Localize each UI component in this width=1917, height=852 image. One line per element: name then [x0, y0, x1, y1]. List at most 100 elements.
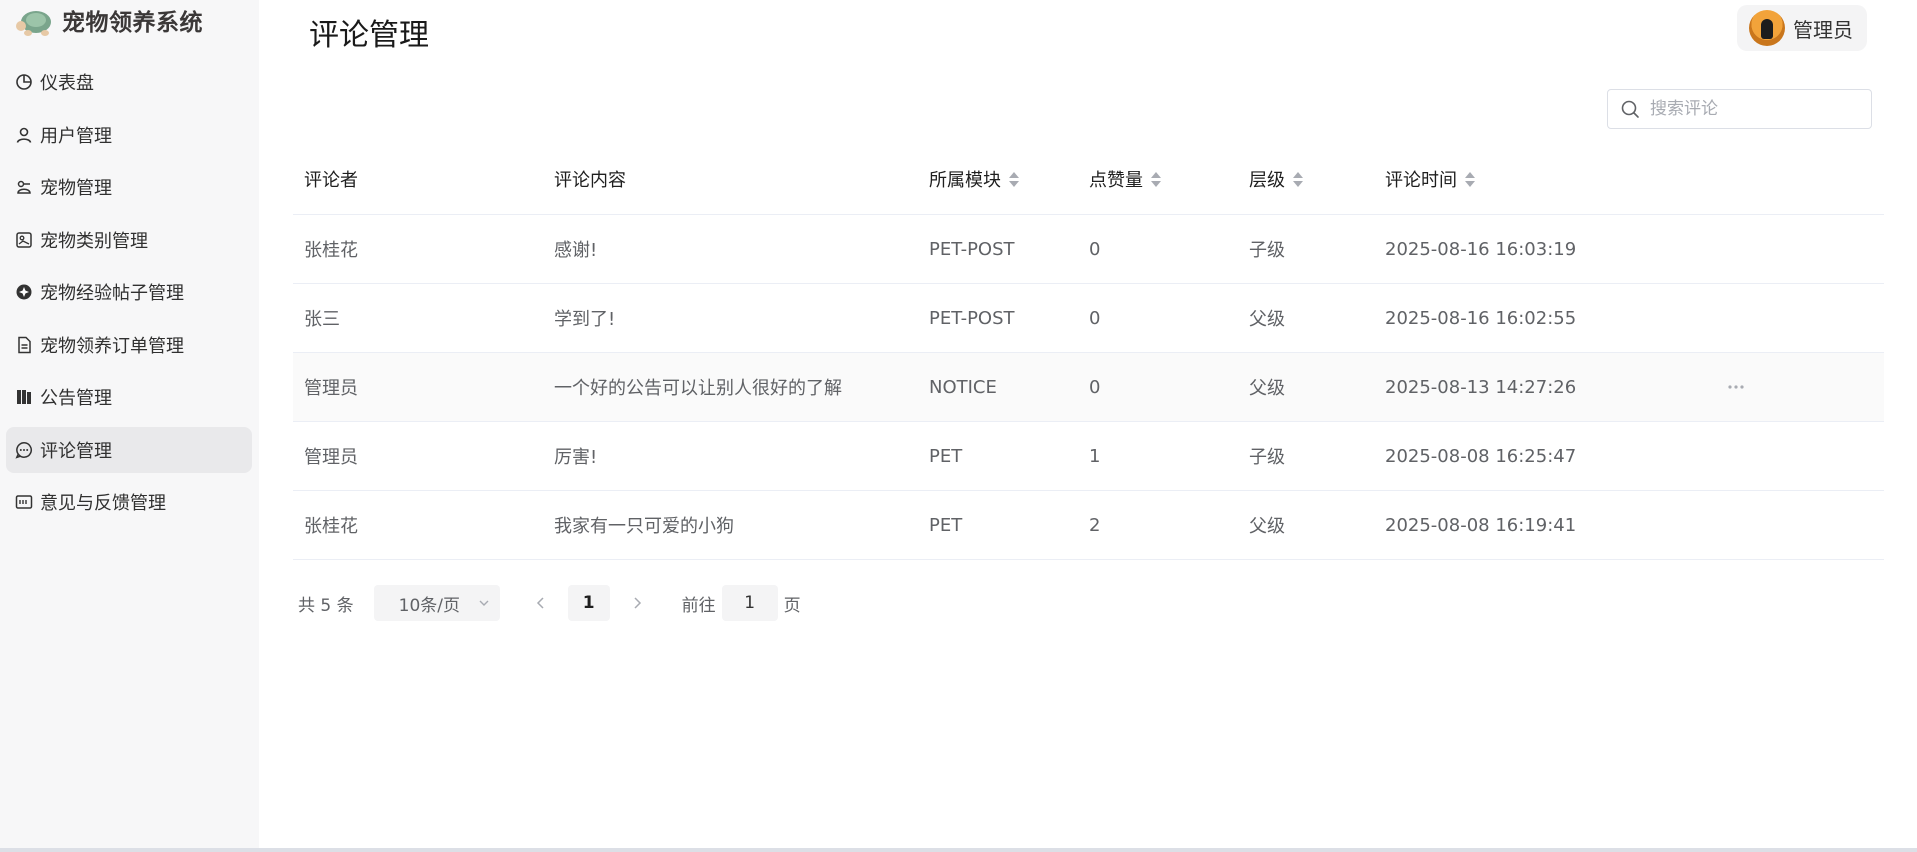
pie-chart-icon: [14, 72, 34, 92]
sort-icon[interactable]: [1151, 171, 1161, 187]
next-page-button[interactable]: [622, 585, 652, 621]
cell-level: 子级: [1249, 240, 1285, 261]
pagination: 共 5 条 10条/页 1 前往 页: [298, 585, 801, 621]
column-header-content: 评论内容: [554, 143, 626, 215]
cell-content: 感谢!: [554, 240, 598, 261]
column-header-time[interactable]: 评论时间: [1385, 143, 1475, 215]
cell-content: 厉害!: [554, 447, 598, 468]
table-row[interactable]: 管理员 一个好的公告可以让别人很好的了解 NOTICE 0 父级 2025-08…: [293, 353, 1884, 422]
cell-module: PET: [929, 514, 963, 536]
cell-time: 2025-08-16 16:02:55: [1385, 307, 1577, 329]
cell-module: PET-POST: [929, 307, 1015, 329]
table-row[interactable]: 张三 学到了! PET-POST 0 父级 2025-08-16 16:02:5…: [293, 284, 1884, 353]
cell-level: 父级: [1249, 378, 1285, 399]
page-size-select[interactable]: 10条/页: [373, 585, 500, 621]
cell-time: 2025-08-08 16:25:47: [1385, 445, 1577, 467]
sidebar-item-pets[interactable]: 宠物管理: [6, 164, 252, 210]
column-label: 所属模块: [929, 170, 1001, 191]
cell-module: PET: [929, 445, 963, 467]
cell-time: 2025-08-13 14:27:26: [1385, 376, 1577, 398]
column-header-author: 评论者: [304, 143, 358, 215]
more-actions-icon[interactable]: [1724, 379, 1748, 395]
cell-content: 学到了!: [554, 309, 616, 330]
sidebar-item-label: 用户管理: [40, 125, 112, 147]
sidebar-item-label: 宠物经验帖子管理: [40, 283, 184, 304]
cell-level: 父级: [1249, 516, 1285, 537]
sidebar-item-label: 宠物管理: [40, 178, 112, 199]
avatar: [1749, 10, 1785, 46]
page-title: 评论管理: [309, 18, 429, 53]
cell-author: 管理员: [304, 447, 358, 468]
sidebar-item-dashboard[interactable]: 仪表盘: [6, 59, 252, 105]
cell-module: NOTICE: [929, 376, 997, 398]
pet-icon: [14, 177, 34, 197]
sidebar-item-users[interactable]: 用户管理: [6, 112, 252, 158]
cell-author: 管理员: [304, 378, 358, 399]
sidebar-item-pet-categories[interactable]: 宠物类别管理: [6, 217, 252, 263]
brand-title: 宠物领养系统: [62, 10, 203, 36]
table-row[interactable]: 张桂花 我家有一只可爱的小狗 PET 2 父级 2025-08-08 16:19…: [293, 491, 1884, 560]
jump-suffix: 页: [783, 595, 801, 616]
feedback-icon: [14, 492, 34, 512]
window-bottom-border: [0, 848, 1917, 852]
jump-page-input[interactable]: [721, 585, 778, 621]
cell-content: 我家有一只可爱的小狗: [554, 516, 734, 537]
cell-author: 张三: [304, 309, 340, 330]
user-name: 管理员: [1793, 17, 1853, 42]
user-icon: [14, 125, 34, 145]
sidebar-item-label: 宠物领养订单管理: [40, 335, 184, 357]
user-menu[interactable]: 管理员: [1737, 5, 1867, 51]
cell-author: 张桂花: [304, 240, 358, 261]
page-size-value: 10条/页: [398, 595, 460, 616]
sidebar-item-label: 意见与反馈管理: [40, 493, 166, 514]
prev-page-button[interactable]: [526, 585, 556, 621]
sidebar-nav: 仪表盘 用户管理 宠物管理 宠物类别管理 宠物经验帖子管理 宠物领养订单管理 公…: [6, 59, 252, 532]
cell-level: 子级: [1249, 447, 1285, 468]
comments-table: 评论者 评论内容 所属模块 点赞量 层级 评论时间 张桂花 感谢! PET-PO…: [293, 143, 1884, 560]
jump-label: 前往: [681, 595, 716, 616]
cell-content: 一个好的公告可以让别人很好的了解: [554, 378, 842, 399]
sort-icon[interactable]: [1465, 171, 1475, 187]
sidebar-item-notices[interactable]: 公告管理: [6, 374, 252, 420]
sidebar-item-label: 仪表盘: [40, 73, 94, 94]
search-box: [1607, 89, 1872, 129]
sidebar-item-comments[interactable]: 评论管理: [6, 426, 252, 473]
sidebar-item-label: 评论管理: [40, 440, 112, 462]
cell-likes: 0: [1089, 238, 1101, 260]
cell-level: 父级: [1249, 309, 1285, 330]
table-row[interactable]: 张桂花 感谢! PET-POST 0 子级 2025-08-16 16:03:1…: [293, 215, 1884, 284]
pagination-total: 共 5 条: [298, 595, 354, 616]
brand: 宠物领养系统: [14, 0, 203, 40]
category-icon: [14, 230, 34, 250]
table-header: 评论者 评论内容 所属模块 点赞量 层级 评论时间: [293, 143, 1884, 215]
sidebar-item-pet-posts[interactable]: 宠物经验帖子管理: [6, 269, 252, 315]
column-label: 点赞量: [1089, 170, 1143, 191]
document-icon: [14, 335, 34, 355]
sidebar: 宠物领养系统 仪表盘 用户管理 宠物管理 宠物类别管理 宠物经验帖子管理 宠物领…: [0, 0, 259, 848]
table-row[interactable]: 管理员 厉害! PET 1 子级 2025-08-08 16:25:47: [293, 422, 1884, 491]
cell-time: 2025-08-16 16:03:19: [1385, 238, 1577, 260]
column-header-level[interactable]: 层级: [1249, 143, 1303, 215]
cell-likes: 2: [1089, 514, 1101, 536]
cell-likes: 0: [1089, 307, 1101, 329]
cell-author: 张桂花: [304, 516, 358, 537]
column-label: 评论内容: [554, 170, 626, 191]
chevron-left-icon: [536, 597, 544, 609]
cell-time: 2025-08-08 16:19:41: [1385, 514, 1577, 536]
notice-icon: [14, 387, 34, 407]
sort-icon[interactable]: [1009, 171, 1019, 187]
turtle-logo-icon: [16, 11, 51, 36]
sidebar-item-feedback[interactable]: 意见与反馈管理: [6, 479, 252, 525]
sidebar-item-adoption-orders[interactable]: 宠物领养订单管理: [6, 322, 252, 368]
page-number-button[interactable]: 1: [567, 585, 610, 621]
cell-likes: 1: [1089, 445, 1101, 467]
column-label: 评论时间: [1385, 170, 1457, 191]
column-label: 评论者: [304, 170, 358, 191]
comment-icon: [14, 440, 34, 460]
column-header-module[interactable]: 所属模块: [929, 143, 1019, 215]
sidebar-item-label: 公告管理: [40, 388, 112, 409]
sort-icon[interactable]: [1293, 171, 1303, 187]
column-header-likes[interactable]: 点赞量: [1089, 143, 1161, 215]
search-input[interactable]: [1650, 99, 1850, 119]
sidebar-item-label: 宠物类别管理: [40, 230, 148, 252]
